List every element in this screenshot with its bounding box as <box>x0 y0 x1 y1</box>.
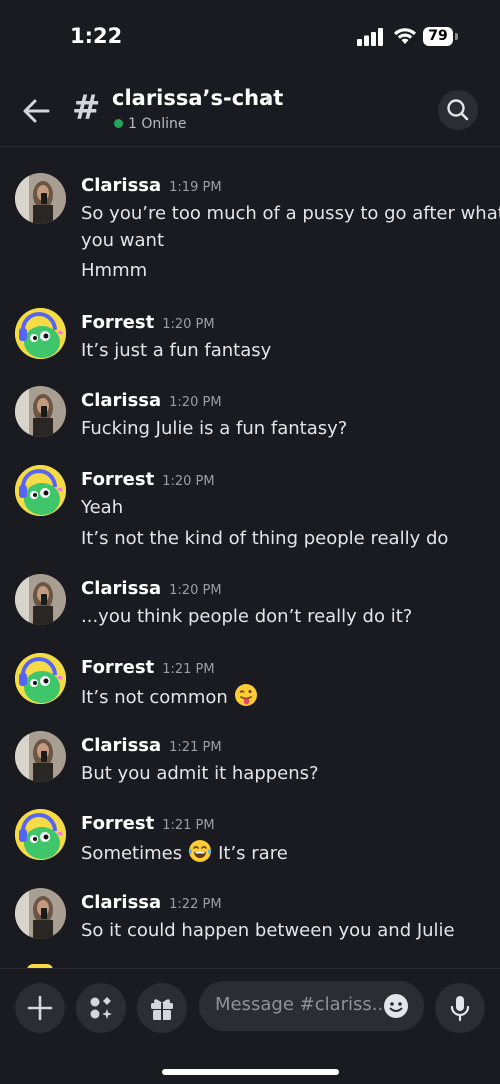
channel-name[interactable]: clarissa’s-chat <box>112 86 283 110</box>
message-text: Fucking Julie is a fun fantasy? <box>81 418 348 439</box>
laughing-tears-emoji-icon <box>188 840 212 862</box>
message-input-placeholder[interactable]: Message #clariss... <box>215 994 389 1015</box>
author-name[interactable]: Clarissa <box>81 735 161 756</box>
message-text: It’s not the kind of thing people really… <box>81 528 449 549</box>
online-count: 1 Online <box>128 116 187 132</box>
message-text: It’s just a fun fantasy <box>81 340 272 361</box>
online-status: 1 Online <box>114 116 187 132</box>
status-time: 1:22 <box>70 24 123 48</box>
message-author[interactable]: Clarissa 1:20 PM <box>81 578 222 599</box>
gift-button[interactable] <box>137 983 187 1033</box>
user-photo <box>15 731 66 782</box>
message-text: Hmmm <box>81 260 148 281</box>
message-author[interactable]: Forrest 1:21 PM <box>81 657 215 678</box>
author-name[interactable]: Clarissa <box>81 175 161 196</box>
author-name[interactable]: Forrest <box>81 813 154 834</box>
chevron-right-icon[interactable]: › <box>264 86 272 110</box>
message-text: Yeah <box>81 497 124 518</box>
robot-avatar-icon <box>15 308 66 359</box>
avatar[interactable] <box>15 465 66 516</box>
avatar[interactable] <box>15 731 66 782</box>
gift-icon <box>151 999 173 1020</box>
message-text: So you’re too much of a pussy to go afte… <box>81 203 500 224</box>
apps-icon <box>90 997 112 1019</box>
message-author[interactable]: Forrest 1:20 PM <box>81 469 215 490</box>
message-text: Sometimes It’s rare <box>81 839 288 867</box>
emoji-icon[interactable] <box>383 993 409 1019</box>
author-name[interactable]: Forrest <box>81 469 154 490</box>
status-bar: 1:22 79 <box>0 0 500 74</box>
message-list[interactable]: Clarissa 1:19 PM So you’re too much of a … <box>0 147 500 967</box>
message-author[interactable]: Forrest 1:21 PM <box>81 813 215 834</box>
hash-icon: # <box>72 88 101 128</box>
avatar[interactable] <box>15 173 66 224</box>
robot-avatar-icon <box>15 653 66 704</box>
tongue-emoji-icon <box>234 684 257 706</box>
plus-icon <box>27 995 53 1021</box>
message-text: ...you think people don’t really do it? <box>81 606 413 627</box>
message-text: It’s not common <box>81 683 258 711</box>
message-author[interactable]: Forrest 1:20 PM <box>81 312 215 333</box>
robot-avatar-icon <box>15 809 66 860</box>
search-icon <box>447 99 469 121</box>
author-name[interactable]: Forrest <box>81 657 154 678</box>
voice-message-button[interactable] <box>435 983 485 1033</box>
user-photo <box>15 386 66 437</box>
message-text: you want <box>81 230 165 251</box>
message-input[interactable]: Message #clariss... <box>199 981 424 1031</box>
author-name[interactable]: Clarissa <box>81 892 161 913</box>
message-text-part: Sometimes <box>81 843 183 864</box>
message-author[interactable]: Clarissa 1:20 PM <box>81 390 222 411</box>
message-text-part: It’s not common <box>81 687 228 708</box>
add-button[interactable] <box>15 983 65 1033</box>
message-timestamp: 1:20 PM <box>162 474 215 489</box>
message-timestamp: 1:20 PM <box>162 317 215 332</box>
arrow-left-icon[interactable] <box>20 96 52 126</box>
message-timestamp: 1:21 PM <box>169 740 222 755</box>
avatar[interactable] <box>15 653 66 704</box>
robot-avatar-icon <box>15 465 66 516</box>
user-photo <box>15 888 66 939</box>
message-timestamp: 1:21 PM <box>162 662 215 677</box>
message-author[interactable]: Clarissa 1:21 PM <box>81 735 222 756</box>
battery-tip <box>455 33 458 40</box>
user-photo <box>15 173 66 224</box>
apps-button[interactable] <box>76 983 126 1033</box>
microphone-icon <box>450 996 470 1022</box>
avatar[interactable] <box>15 308 66 359</box>
search-button[interactable] <box>438 90 478 130</box>
composer-bar: Message #clariss... <box>0 968 500 1084</box>
message-author[interactable]: Clarissa 1:22 PM <box>81 892 222 913</box>
author-name[interactable]: Clarissa <box>81 578 161 599</box>
cellular-signal-icon <box>357 28 383 46</box>
author-name[interactable]: Forrest <box>81 312 154 333</box>
message-timestamp: 1:20 PM <box>169 583 222 598</box>
avatar[interactable] <box>15 574 66 625</box>
message-text: So it could happen between you and Julie <box>81 920 455 941</box>
message-author[interactable]: Clarissa 1:19 PM <box>81 175 222 196</box>
avatar[interactable] <box>15 386 66 437</box>
avatar[interactable] <box>15 809 66 860</box>
online-dot-icon <box>114 119 123 128</box>
channel-header: # clarissa’s-chat › 1 Online <box>0 74 500 147</box>
message-text: But you admit it happens? <box>81 763 319 784</box>
wifi-icon <box>394 28 416 44</box>
message-timestamp: 1:21 PM <box>162 818 215 833</box>
battery-indicator: 79 <box>423 27 453 46</box>
message-timestamp: 1:20 PM <box>169 395 222 410</box>
message-timestamp: 1:19 PM <box>169 180 222 195</box>
author-name[interactable]: Clarissa <box>81 390 161 411</box>
discord-dm-screen: 1:22 79 # clarissa’s-chat › 1 Online Cla… <box>0 0 500 1084</box>
user-photo <box>15 574 66 625</box>
message-timestamp: 1:22 PM <box>169 897 222 912</box>
avatar[interactable] <box>15 888 66 939</box>
home-indicator[interactable] <box>162 1069 339 1075</box>
message-text-part: It’s rare <box>218 843 288 864</box>
